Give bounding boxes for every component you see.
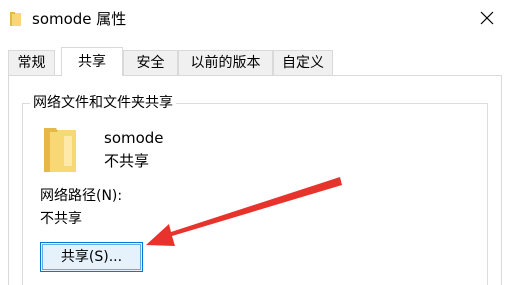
properties-window: somode 属性 常规 共享 安全 以前的版本 自定义 网络文件和文件夹共享 … bbox=[0, 0, 510, 285]
close-button[interactable] bbox=[464, 0, 510, 36]
tab-sharing[interactable]: 共享 bbox=[61, 47, 123, 76]
folder-icon bbox=[44, 128, 76, 172]
network-path-value: 不共享 bbox=[40, 211, 82, 227]
group-title: 网络文件和文件夹共享 bbox=[30, 94, 176, 112]
folder-icon bbox=[10, 12, 21, 26]
share-button[interactable]: 共享(S)... bbox=[40, 242, 143, 272]
tab-general[interactable]: 常规 bbox=[8, 50, 55, 75]
window-title: somode 属性 bbox=[32, 10, 127, 28]
tab-security[interactable]: 安全 bbox=[123, 50, 178, 75]
tab-customize[interactable]: 自定义 bbox=[273, 50, 333, 75]
tab-previous-versions[interactable]: 以前的版本 bbox=[178, 50, 273, 75]
network-path-label: 网络路径(N): bbox=[40, 188, 123, 204]
close-icon bbox=[480, 11, 494, 25]
folder-name: somode bbox=[104, 129, 164, 147]
title-bar: somode 属性 bbox=[0, 0, 510, 38]
folder-share-status: 不共享 bbox=[104, 152, 150, 170]
